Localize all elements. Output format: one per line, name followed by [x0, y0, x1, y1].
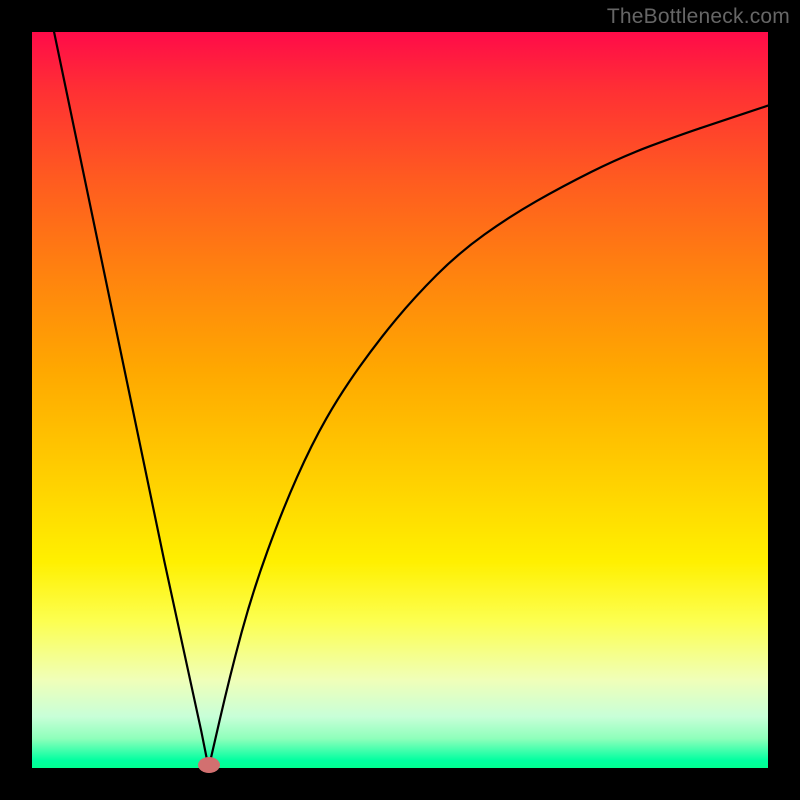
plot-area — [32, 32, 768, 768]
curve-svg — [32, 32, 768, 768]
curve-left-branch — [54, 32, 209, 768]
minimum-marker — [198, 757, 220, 773]
watermark-text: TheBottleneck.com — [607, 5, 790, 29]
curve-right-branch — [209, 106, 768, 768]
chart-frame: TheBottleneck.com — [0, 0, 800, 800]
